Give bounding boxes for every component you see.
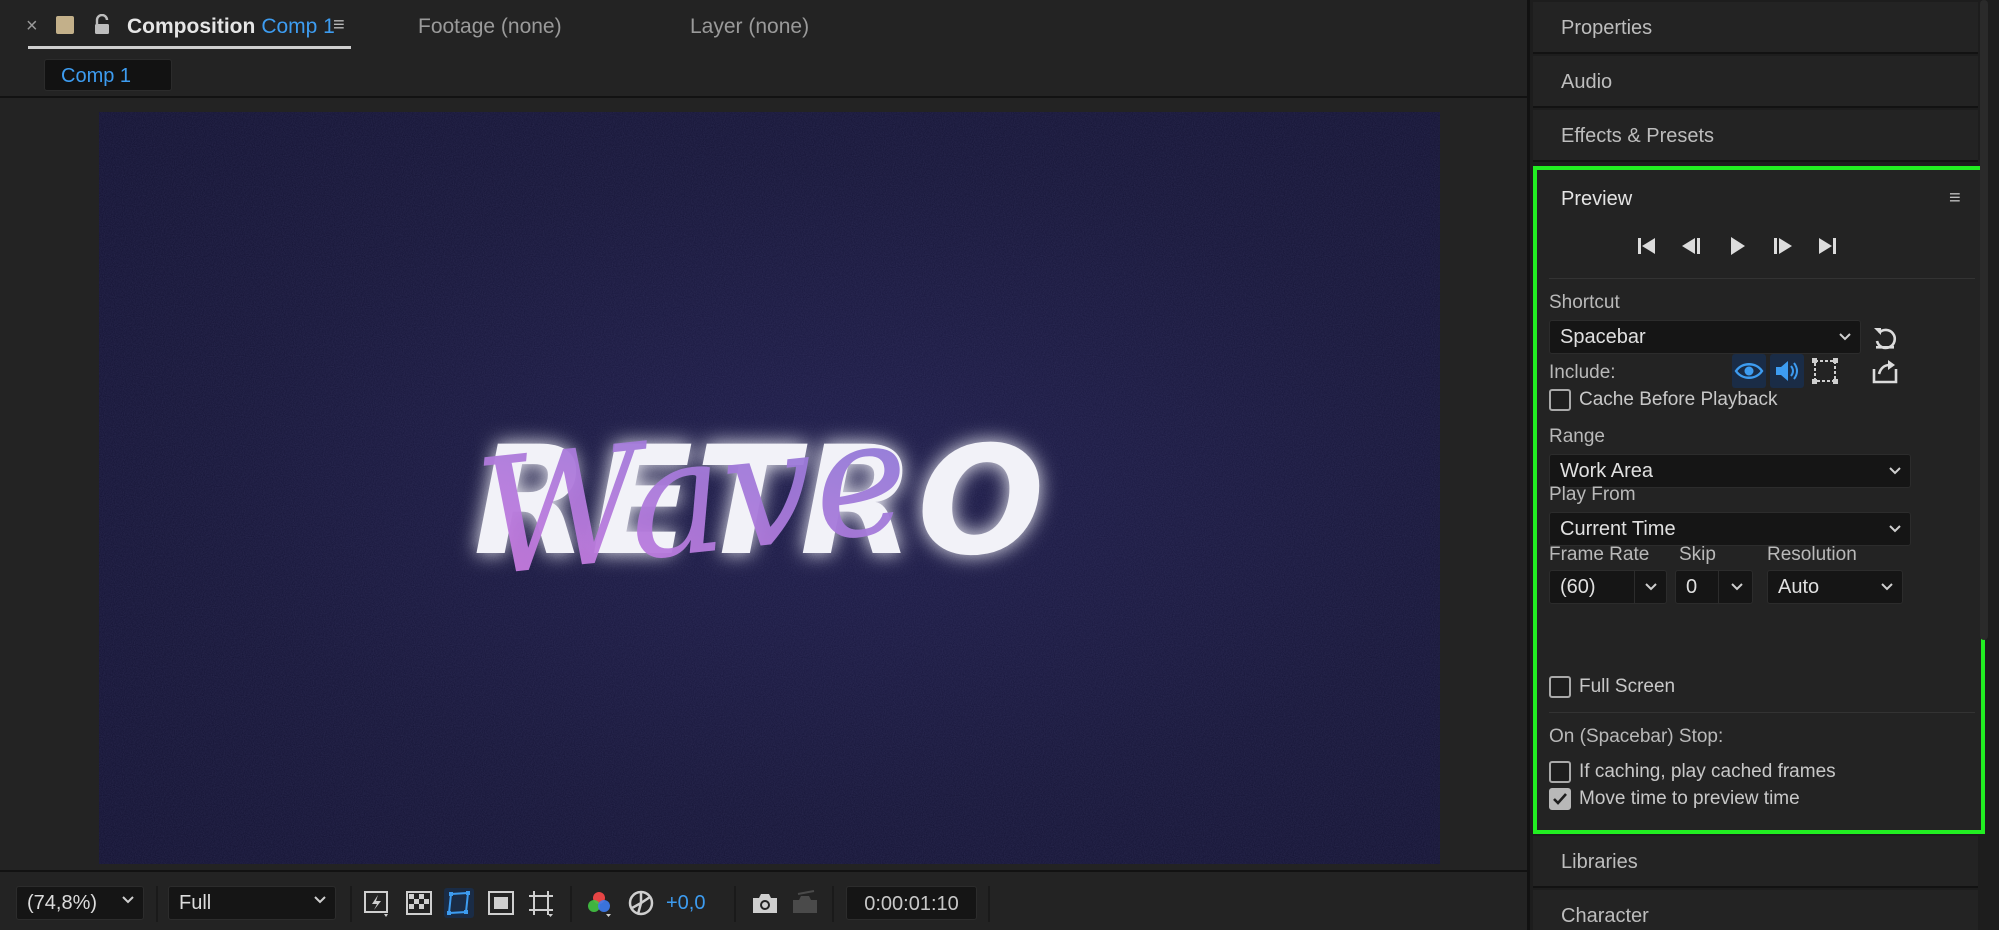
- preview-title: Preview: [1561, 188, 1633, 210]
- resolution-select[interactable]: Auto: [1767, 570, 1903, 604]
- include-video-toggle[interactable]: [1732, 354, 1766, 388]
- skip-select[interactable]: 0: [1675, 570, 1753, 604]
- resolution-label: Resolution: [1767, 544, 1857, 565]
- toolbar-separator: [734, 886, 736, 922]
- chevron-down-icon: [1839, 333, 1851, 341]
- reset-exposure-icon[interactable]: [626, 888, 656, 918]
- properties-panel-header[interactable]: Properties: [1533, 2, 1978, 54]
- play-from-label: Play From: [1549, 484, 1636, 505]
- comp-color-swatch[interactable]: [56, 16, 74, 34]
- composition-tab-bar: × Composition Comp 1 ≡ Footage (none) Lay…: [0, 0, 1527, 54]
- panel-menu-icon[interactable]: ≡: [333, 14, 345, 37]
- play-icon[interactable]: [1723, 234, 1751, 258]
- character-panel-header[interactable]: Character: [1533, 890, 1978, 930]
- checkbox-box: [1549, 389, 1571, 411]
- range-label: Range: [1549, 426, 1605, 447]
- reset-shortcut-icon[interactable]: [1871, 324, 1899, 352]
- channel-rgb-icon[interactable]: [584, 888, 614, 918]
- checkbox-box: [1549, 761, 1571, 783]
- overlay-frame-icon: [1812, 358, 1838, 384]
- chevron-down-icon: [1881, 583, 1893, 591]
- toolbar-separator: [350, 886, 352, 922]
- show-snapshot-icon[interactable]: [790, 888, 820, 918]
- range-select[interactable]: Work Area: [1549, 454, 1911, 488]
- toolbar-separator: [988, 886, 990, 922]
- chevron-down-icon: [122, 896, 134, 904]
- tab-composition[interactable]: Composition Comp 1: [127, 15, 335, 39]
- composition-panel: × Composition Comp 1 ≡ Footage (none) Lay…: [0, 0, 1530, 930]
- frame-rate-select[interactable]: (60): [1549, 570, 1667, 604]
- zoom-select[interactable]: (74,8%): [16, 886, 144, 920]
- checkbox-box: [1549, 788, 1571, 810]
- select-divider: [1718, 571, 1719, 603]
- fast-previews-icon[interactable]: [362, 888, 392, 918]
- section-divider: [1549, 712, 1975, 713]
- exposure-value[interactable]: +0,0: [666, 892, 705, 915]
- region-of-interest-icon[interactable]: [486, 888, 516, 918]
- cache-before-playback-checkbox[interactable]: Cache Before Playback: [1549, 388, 1789, 414]
- effects-presets-panel-header[interactable]: Effects & Presets: [1533, 110, 1978, 162]
- section-divider: [1549, 278, 1975, 279]
- audio-panel-header[interactable]: Audio: [1533, 56, 1978, 108]
- first-frame-icon[interactable]: [1633, 234, 1661, 258]
- current-time-display[interactable]: 0:00:01:10: [846, 886, 977, 920]
- panel-menu-icon[interactable]: ≡: [1949, 187, 1961, 210]
- stop-behavior-label: On (Spacebar) Stop:: [1549, 726, 1724, 747]
- full-screen-checkbox[interactable]: Full Screen: [1549, 675, 1729, 701]
- if-caching-checkbox[interactable]: If caching, play cached frames: [1549, 760, 1869, 786]
- chevron-down-icon: [1731, 583, 1743, 591]
- export-icon[interactable]: [1871, 358, 1899, 386]
- canvas-artwork: RETRO Wave: [99, 112, 1440, 864]
- include-overlays-toggle[interactable]: [1808, 354, 1842, 388]
- chevron-down-icon: [1645, 583, 1657, 591]
- chevron-down-icon: [1889, 467, 1901, 475]
- lock-icon[interactable]: [92, 14, 112, 36]
- previous-frame-icon[interactable]: [1678, 234, 1706, 258]
- camera-snapshot-icon[interactable]: [750, 888, 780, 918]
- include-label: Include:: [1549, 362, 1616, 383]
- comp-navigator-bar: Comp 1: [0, 54, 1527, 98]
- libraries-panel-header[interactable]: Libraries: [1533, 836, 1978, 888]
- active-tab-underline: [28, 46, 351, 49]
- next-frame-icon[interactable]: [1768, 234, 1796, 258]
- checkmark-icon: [1553, 793, 1567, 805]
- skip-label: Skip: [1679, 544, 1716, 565]
- eye-icon: [1734, 363, 1764, 379]
- close-tab-icon[interactable]: ×: [26, 15, 38, 38]
- frame-rate-label: Frame Rate: [1549, 544, 1650, 565]
- composition-canvas[interactable]: RETRO Wave: [99, 112, 1440, 864]
- tab-footage[interactable]: Footage (none): [418, 15, 562, 39]
- play-from-select[interactable]: Current Time: [1549, 512, 1911, 546]
- toolbar-separator: [832, 886, 834, 922]
- speaker-icon: [1776, 361, 1798, 381]
- composition-viewer[interactable]: RETRO Wave: [8, 100, 1527, 870]
- toolbar-separator: [156, 886, 158, 922]
- last-frame-icon[interactable]: [1813, 234, 1841, 258]
- tab-layer[interactable]: Layer (none): [690, 15, 809, 39]
- chevron-down-icon: [1889, 525, 1901, 533]
- select-divider: [1634, 571, 1635, 603]
- panel-scrollbar[interactable]: [1980, 0, 1988, 640]
- shortcut-label: Shortcut: [1549, 292, 1620, 313]
- checkbox-box: [1549, 676, 1571, 698]
- grid-guides-icon[interactable]: [526, 888, 556, 918]
- shortcut-select[interactable]: Spacebar: [1549, 320, 1861, 354]
- resolution-select[interactable]: Full: [168, 886, 336, 920]
- move-time-checkbox[interactable]: Move time to preview time: [1549, 787, 1869, 813]
- mask-path-visibility-icon[interactable]: [444, 888, 474, 918]
- preview-panel: Preview ≡ Shortcut Spacebar Include: Cac…: [1533, 166, 1985, 834]
- toolbar-separator: [570, 886, 572, 922]
- right-panel-column: Properties Audio Effects & Presets Previ…: [1533, 0, 1999, 930]
- transparency-grid-icon[interactable]: [404, 888, 434, 918]
- comp-breadcrumb-button[interactable]: Comp 1: [44, 59, 172, 91]
- chevron-down-icon: [314, 896, 326, 904]
- include-audio-toggle[interactable]: [1770, 354, 1804, 388]
- viewer-toolbar: (74,8%) Full +0,0 0:00:01:10: [0, 870, 1527, 930]
